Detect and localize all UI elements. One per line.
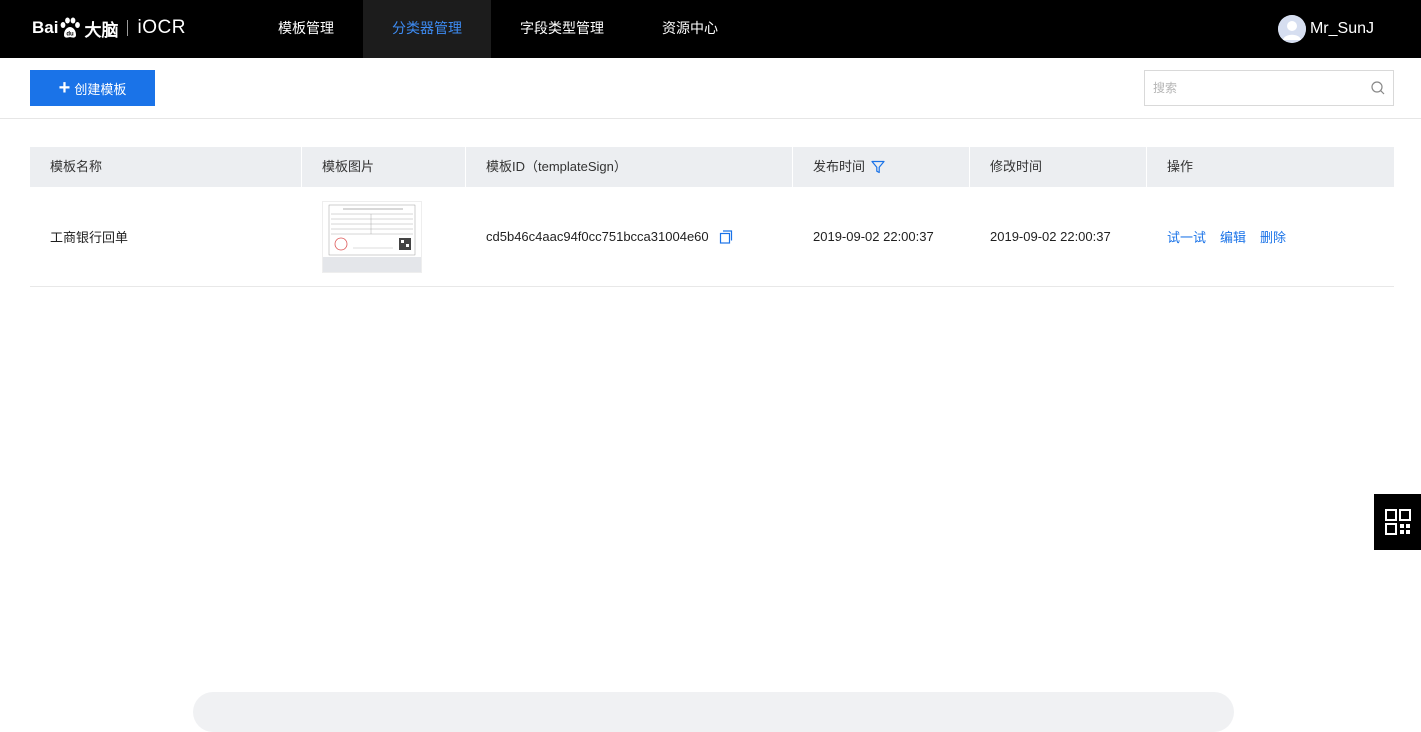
actions-cell: 试一试 编辑 删除 — [1147, 187, 1394, 286]
nav-item-field-type-management[interactable]: 字段类型管理 — [491, 0, 633, 58]
create-template-button[interactable]: + 创建模板 — [30, 70, 155, 106]
plus-icon: + — [58, 77, 71, 99]
bottom-panel — [193, 692, 1234, 732]
search-input[interactable] — [1145, 71, 1355, 105]
top-navbar: Bai du 大脑 iOCR 模板管理 分类器管理 字段类型管理 资源中心 Mr… — [0, 0, 1421, 58]
column-header-name: 模板名称 — [30, 147, 302, 187]
modified-time: 2019-09-02 22:00:37 — [990, 229, 1111, 244]
nav-item-classifier-management[interactable]: 分类器管理 — [363, 0, 491, 58]
table-header: 模板名称 模板图片 模板ID（templateSign） 发布时间 修改时间 操… — [30, 147, 1394, 187]
paw-icon: du — [61, 17, 81, 38]
template-image-cell — [302, 187, 466, 286]
nav-item-resource-center[interactable]: 资源中心 — [633, 0, 747, 58]
main-nav: 模板管理 分类器管理 字段类型管理 资源中心 — [249, 0, 747, 58]
column-header-modified: 修改时间 — [970, 147, 1147, 187]
copy-icon[interactable] — [719, 229, 733, 244]
edit-button[interactable]: 编辑 — [1220, 227, 1246, 246]
thumbnail-caption-bar — [323, 256, 421, 272]
svg-text:du: du — [67, 32, 75, 38]
brand-text: Bai — [32, 18, 59, 37]
column-header-published-label: 发布时间 — [813, 159, 866, 174]
published-time: 2019-09-02 22:00:37 — [813, 229, 934, 244]
template-name: 工商银行回单 — [50, 230, 129, 245]
search-box — [1144, 70, 1394, 106]
qr-code-button[interactable] — [1374, 494, 1421, 550]
table-row: 工商银行回单 cd5b46c4aac94f0cc751bcca31004e60 … — [30, 187, 1394, 287]
qr-code-icon — [1384, 509, 1411, 535]
search-icon[interactable] — [1371, 81, 1385, 95]
brand-suffix: 大脑 — [84, 20, 119, 40]
username: Mr_SunJ — [1309, 20, 1374, 37]
product-name: iOCR — [137, 17, 186, 38]
filter-icon[interactable] — [871, 160, 885, 174]
column-header-template-id: 模板ID（templateSign） — [466, 147, 793, 187]
try-button[interactable]: 试一试 — [1167, 227, 1206, 246]
template-table: 模板名称 模板图片 模板ID（templateSign） 发布时间 修改时间 操… — [30, 147, 1394, 287]
column-header-actions: 操作 — [1167, 159, 1194, 174]
toolbar: + 创建模板 — [0, 58, 1421, 119]
avatar-icon — [1277, 15, 1306, 43]
template-thumbnail[interactable] — [322, 200, 422, 273]
column-header-image: 模板图片 — [302, 147, 466, 187]
create-template-label: 创建模板 — [74, 81, 127, 97]
delete-button[interactable]: 删除 — [1260, 227, 1286, 246]
template-id-cell: cd5b46c4aac94f0cc751bcca31004e60 — [466, 187, 793, 286]
user-menu[interactable]: Mr_SunJ — [1277, 14, 1374, 44]
logo-divider — [127, 20, 129, 36]
nav-item-template-management[interactable]: 模板管理 — [249, 0, 363, 58]
baidu-logo[interactable]: Bai du 大脑 iOCR — [30, 11, 186, 45]
column-header-published: 发布时间 — [793, 147, 970, 187]
template-id: cd5b46c4aac94f0cc751bcca31004e60 — [486, 229, 709, 244]
